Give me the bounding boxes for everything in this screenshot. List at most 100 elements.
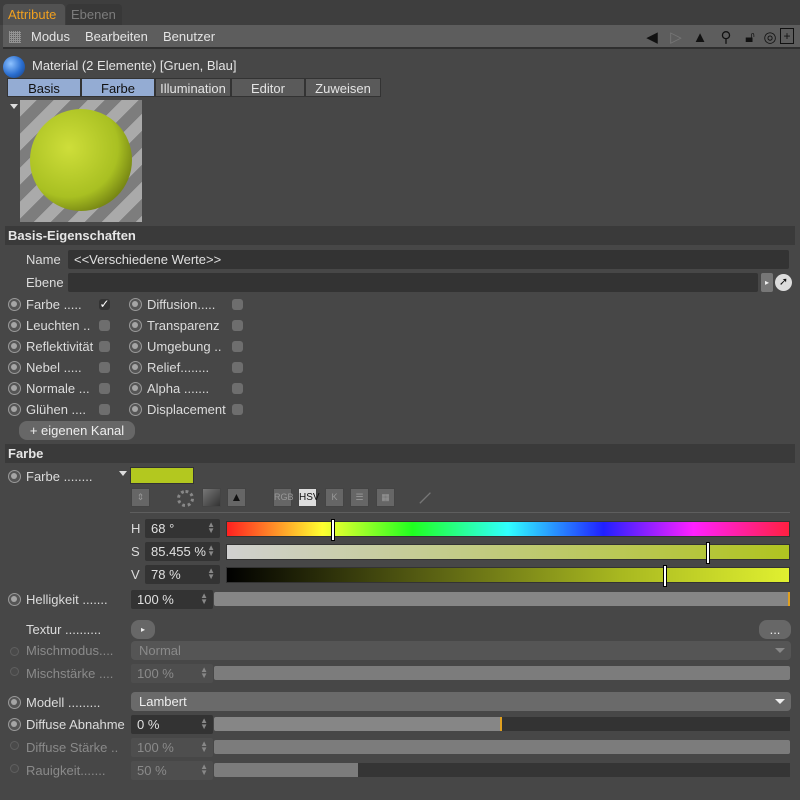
diffuse-staerke-slider[interactable] <box>214 740 790 754</box>
channel-right-3-anim-radio[interactable] <box>129 361 142 374</box>
menu-benutzer[interactable]: Benutzer <box>163 29 215 44</box>
color-dropdown-icon[interactable] <box>119 471 127 476</box>
grip-icon[interactable] <box>9 31 21 43</box>
rauigkeit-slider[interactable] <box>214 763 790 777</box>
rauigkeit-input[interactable]: 50 % ▲ ▼ <box>131 761 213 780</box>
material-preview[interactable] <box>20 100 142 222</box>
mischmodus-anim-radio[interactable] <box>10 647 19 656</box>
mixer-icon[interactable]: ☰ <box>350 488 369 507</box>
tab-attribute[interactable]: Attribute <box>3 4 65 25</box>
subtab-basis[interactable]: Basis <box>7 78 81 97</box>
hue-handle[interactable] <box>331 519 336 541</box>
mischstaerke-anim-radio[interactable] <box>10 667 19 676</box>
channel-right-0-checkbox[interactable] <box>232 299 243 310</box>
h-spinner[interactable]: ▲ ▼ <box>207 521 215 535</box>
pick-cursor-icon[interactable]: ➚ <box>775 274 792 291</box>
subtab-farbe[interactable]: Farbe <box>81 78 155 97</box>
menu-modus[interactable]: Modus <box>31 29 70 44</box>
channel-right-1-anim-radio[interactable] <box>129 319 142 332</box>
rgb-mode-button[interactable]: RGB <box>273 488 294 507</box>
value-slider[interactable] <box>226 565 790 587</box>
mischstaerke-spinner[interactable]: ▲ ▼ <box>200 666 208 680</box>
back-arrow-icon[interactable]: ◀ <box>643 28 661 46</box>
farbe-anim-radio[interactable] <box>8 470 21 483</box>
channel-left-0-checkbox[interactable]: ✓ <box>99 298 110 310</box>
diffuse-abnahme-spinner[interactable]: ▲ ▼ <box>200 717 208 731</box>
channel-left-2-checkbox[interactable] <box>99 341 110 352</box>
s-spinner[interactable]: ▲ ▼ <box>207 544 215 558</box>
diffuse-abnahme-slider[interactable] <box>214 717 790 731</box>
h-input[interactable]: 68 ° ▲ ▼ <box>145 519 220 538</box>
kelvin-mode-button[interactable]: K <box>325 488 344 507</box>
hue-slider[interactable] <box>226 519 790 541</box>
search-icon[interactable]: ⚲ <box>717 28 735 46</box>
tab-ebenen[interactable]: Ebenen <box>66 4 122 25</box>
section-farbe[interactable]: Farbe <box>5 444 795 463</box>
channel-right-3-checkbox[interactable] <box>232 362 243 373</box>
textur-more-button[interactable]: ... <box>759 620 791 639</box>
subtab-editor[interactable]: Editor <box>231 78 305 97</box>
helligkeit-input[interactable]: 100 % ▲ ▼ <box>131 590 213 609</box>
lock-icon[interactable]: 🔓︎ <box>741 28 759 46</box>
ebene-arrow-button[interactable]: ▸ <box>761 273 773 292</box>
channel-left-0-anim-radio[interactable] <box>8 298 21 311</box>
preview-dropdown-icon[interactable] <box>10 104 18 109</box>
target-icon[interactable]: ◎ <box>761 28 779 46</box>
mischstaerke-slider[interactable] <box>214 666 790 680</box>
channel-left-5-anim-radio[interactable] <box>8 403 21 416</box>
color-swatch[interactable] <box>130 467 194 484</box>
channel-right-4-anim-radio[interactable] <box>129 382 142 395</box>
up-arrow-icon[interactable]: ▲ <box>691 28 709 46</box>
menu-bearbeiten[interactable]: Bearbeiten <box>85 29 148 44</box>
name-field[interactable]: <<Verschiedene Werte>> <box>68 250 789 269</box>
channel-left-5-checkbox[interactable] <box>99 404 110 415</box>
diffuse-staerke-input[interactable]: 100 % ▲ ▼ <box>131 738 213 757</box>
helligkeit-slider[interactable] <box>214 592 790 606</box>
image-picker-icon[interactable]: ▲ <box>227 488 246 507</box>
color-wheel-icon[interactable] <box>177 490 194 507</box>
channel-right-5-checkbox[interactable] <box>232 404 243 415</box>
channel-left-1-checkbox[interactable] <box>99 320 110 331</box>
channel-right-1-checkbox[interactable] <box>232 320 243 331</box>
diffuse-staerke-anim-radio[interactable] <box>10 741 19 750</box>
channel-right-4-checkbox[interactable] <box>232 383 243 394</box>
channel-left-4-checkbox[interactable] <box>99 383 110 394</box>
rauigkeit-spinner[interactable]: ▲ ▼ <box>200 763 208 777</box>
modell-anim-radio[interactable] <box>8 696 21 709</box>
helligkeit-anim-radio[interactable] <box>8 593 21 606</box>
channel-right-0-anim-radio[interactable] <box>129 298 142 311</box>
rauigkeit-anim-radio[interactable] <box>10 764 19 773</box>
forward-arrow-icon[interactable]: ▷ <box>667 28 685 46</box>
channel-left-3-anim-radio[interactable] <box>8 361 21 374</box>
helligkeit-spinner[interactable]: ▲ ▼ <box>200 592 208 606</box>
helligkeit-slider-marker[interactable] <box>788 592 790 606</box>
diffuse-abnahme-slider-marker[interactable] <box>500 717 502 731</box>
v-input[interactable]: 78 % ▲ ▼ <box>145 565 220 584</box>
channel-left-2-anim-radio[interactable] <box>8 340 21 353</box>
diffuse-abnahme-anim-radio[interactable] <box>8 718 21 731</box>
subtab-zuweisen[interactable]: Zuweisen <box>305 78 381 97</box>
s-input[interactable]: 85.455 % ▲ ▼ <box>145 542 220 561</box>
color-spectrum-icon[interactable] <box>202 488 221 507</box>
swatches-icon[interactable]: ▦ <box>376 488 395 507</box>
channel-right-2-checkbox[interactable] <box>232 341 243 352</box>
v-spinner[interactable]: ▲ ▼ <box>207 567 215 581</box>
section-basis-eigenschaften[interactable]: Basis-Eigenschaften <box>5 226 795 245</box>
channel-left-3-checkbox[interactable] <box>99 362 110 373</box>
diffuse-staerke-spinner[interactable]: ▲ ▼ <box>200 740 208 754</box>
subtab-illumination[interactable]: Illumination <box>155 78 231 97</box>
add-channel-button[interactable]: + eigenen Kanal <box>19 421 135 440</box>
diffuse-abnahme-input[interactable]: 0 % ▲ ▼ <box>131 715 213 734</box>
channel-left-4-anim-radio[interactable] <box>8 382 21 395</box>
mischmodus-dropdown[interactable]: Normal <box>131 641 791 660</box>
ebene-field[interactable] <box>68 273 758 292</box>
modell-dropdown[interactable]: Lambert <box>131 692 791 711</box>
textur-arrow-button[interactable]: ▸ <box>131 620 155 639</box>
hsv-mode-button[interactable]: HSV <box>298 488 320 507</box>
channel-left-1-anim-radio[interactable] <box>8 319 21 332</box>
channel-right-5-anim-radio[interactable] <box>129 403 142 416</box>
color-fit-icon[interactable]: ⇕ <box>131 488 150 507</box>
saturation-handle[interactable] <box>705 542 710 564</box>
mischstaerke-input[interactable]: 100 % ▲ ▼ <box>131 664 213 683</box>
new-panel-icon[interactable]: + <box>780 28 794 44</box>
